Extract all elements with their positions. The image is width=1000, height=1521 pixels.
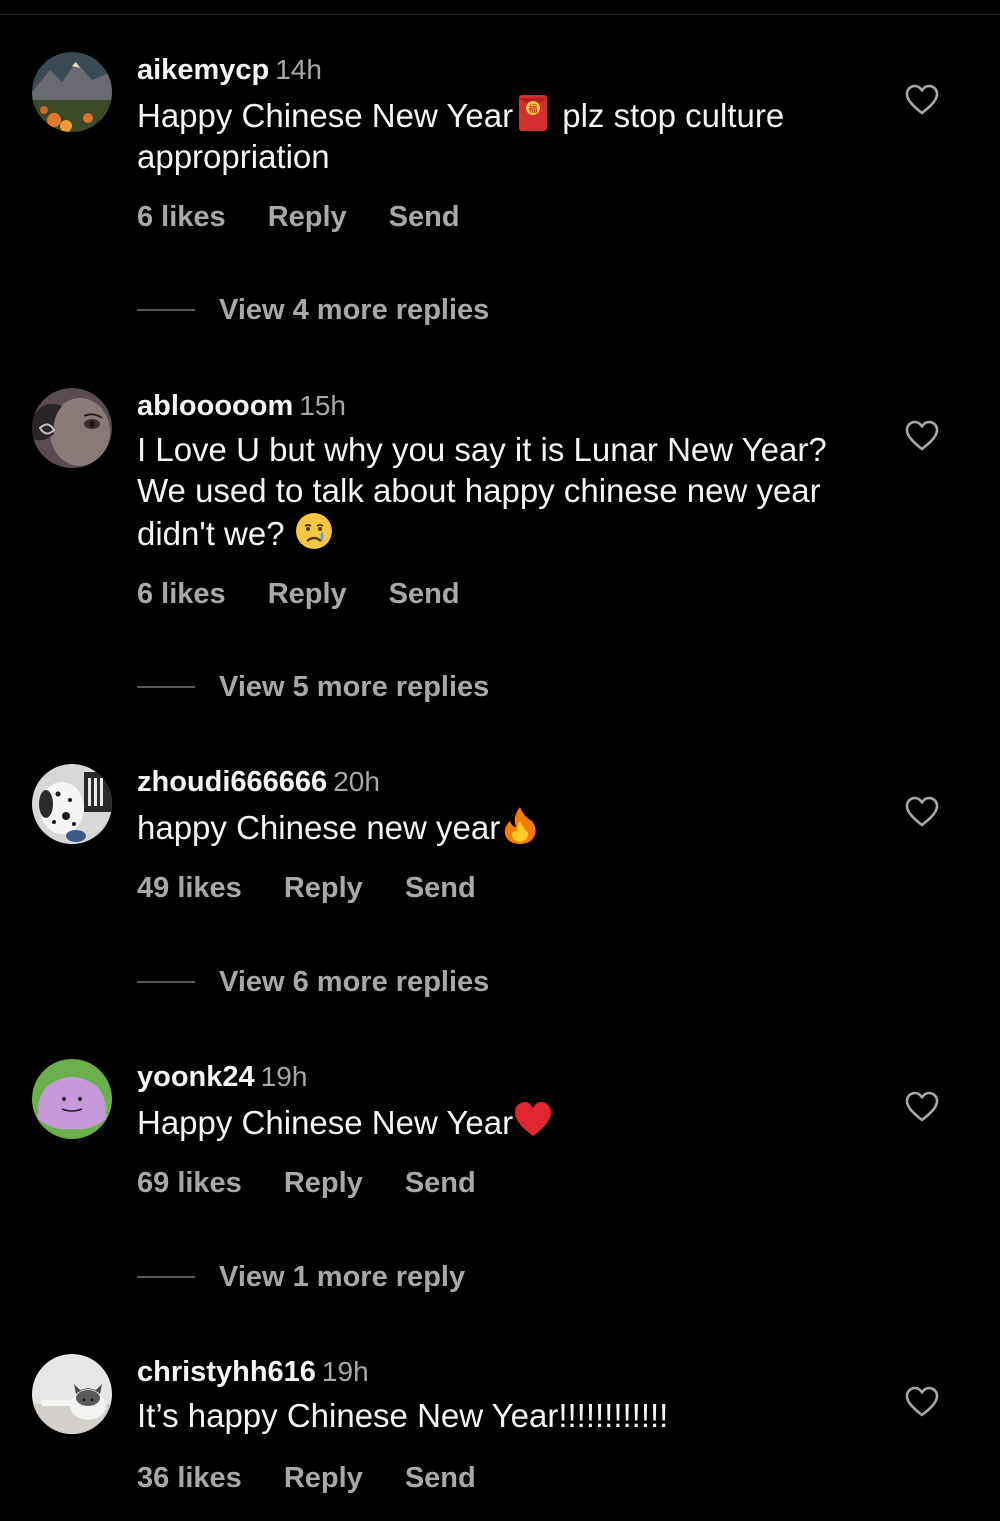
likes-count[interactable]: 49 likes [137, 872, 242, 904]
likes-count[interactable]: 36 likes [137, 1462, 242, 1494]
comment-actions: 49 likes Reply Send [137, 870, 518, 906]
comment-header: ablooooom 15h [137, 388, 346, 424]
send-button[interactable]: Send [405, 1167, 476, 1199]
comment-text: It’s happy Chinese New Year!!!!!!!!!!!! [137, 1395, 877, 1436]
like-heart-icon[interactable] [905, 1386, 939, 1418]
like-heart-icon[interactable] [905, 796, 939, 828]
avatar-aikemycp[interactable] [32, 52, 112, 132]
reply-button[interactable]: Reply [268, 201, 347, 233]
reply-button[interactable]: Reply [268, 578, 347, 610]
comment-actions: 36 likes Reply Send [137, 1460, 518, 1496]
comment-header: aikemycp 14h [137, 52, 322, 88]
comment-actions: 6 likes Reply Send [137, 199, 502, 235]
replies-divider-line [137, 309, 195, 311]
likes-count[interactable]: 6 likes [137, 201, 226, 233]
view-replies-button[interactable]: View 6 more replies [137, 964, 489, 1000]
fire-icon [500, 805, 540, 845]
comment-text-part: Happy Chinese New Year [137, 97, 514, 134]
reply-button[interactable]: Reply [284, 1167, 363, 1199]
comment-text-part: It’s happy Chinese New Year!!!!!!!!!!!! [137, 1397, 669, 1434]
crying-face-icon [294, 511, 334, 551]
likes-count[interactable]: 69 likes [137, 1167, 242, 1199]
reply-button[interactable]: Reply [284, 1462, 363, 1494]
send-button[interactable]: Send [405, 1462, 476, 1494]
view-replies-button[interactable]: View 4 more replies [137, 292, 489, 328]
comment-actions: 69 likes Reply Send [137, 1165, 518, 1201]
username[interactable]: yoonk24 [137, 1061, 255, 1093]
view-replies-button[interactable]: View 1 more reply [137, 1259, 465, 1295]
username[interactable]: zhoudi666666 [137, 766, 327, 798]
timestamp: 20h [333, 766, 380, 797]
like-heart-icon[interactable] [905, 84, 939, 116]
top-divider [0, 14, 1000, 15]
red-heart-icon [513, 1100, 553, 1140]
username[interactable]: christyhh616 [137, 1356, 316, 1388]
replies-divider-line [137, 981, 195, 983]
comment-text-part: happy Chinese new year [137, 809, 501, 846]
comment-text-part: Happy Chinese New Year [137, 1104, 514, 1141]
timestamp: 19h [321, 1356, 369, 1387]
comment-text: happy Chinese new year [137, 805, 877, 848]
send-button[interactable]: Send [389, 578, 460, 610]
comment-header: zhoudi666666 20h [137, 764, 380, 800]
comment-text: Happy Chinese New Year 福 plz stop culture… [137, 93, 877, 177]
avatar-ablooooom[interactable] [32, 388, 112, 468]
timestamp: 19h [260, 1061, 308, 1092]
comment-actions: 6 likes Reply Send [137, 576, 502, 612]
replies-divider-line [137, 686, 195, 688]
comment-header: christyhh616 19h [137, 1354, 369, 1390]
avatar-christyhh616[interactable] [32, 1354, 112, 1434]
avatar-zhoudi666666[interactable] [32, 764, 112, 844]
send-button[interactable]: Send [389, 201, 460, 233]
view-replies-label[interactable]: View 5 more replies [219, 671, 489, 703]
reply-button[interactable]: Reply [284, 872, 363, 904]
view-replies-label[interactable]: View 4 more replies [219, 294, 489, 326]
username[interactable]: aikemycp [137, 54, 269, 86]
send-button[interactable]: Send [405, 872, 476, 904]
like-heart-icon[interactable] [905, 420, 939, 452]
view-replies-button[interactable]: View 5 more replies [137, 669, 489, 705]
comment-header: yoonk24 19h [137, 1059, 307, 1095]
view-replies-label[interactable]: View 1 more reply [219, 1261, 465, 1293]
comment-text: I Love U but why you say it is Lunar New… [137, 429, 877, 554]
view-replies-label[interactable]: View 6 more replies [219, 966, 489, 998]
timestamp: 15h [299, 390, 346, 421]
svg-text:福: 福 [529, 103, 538, 115]
comment-text-part: I Love U but why you say it is Lunar New… [137, 431, 827, 552]
avatar-yoonk24[interactable] [32, 1059, 112, 1139]
username[interactable]: ablooooom [137, 390, 293, 422]
red-envelope-icon: 福 [513, 93, 553, 133]
timestamp: 14h [275, 54, 322, 85]
like-heart-icon[interactable] [905, 1091, 939, 1123]
replies-divider-line [137, 1276, 195, 1278]
likes-count[interactable]: 6 likes [137, 578, 226, 610]
comment-text: Happy Chinese New Year [137, 1100, 877, 1143]
